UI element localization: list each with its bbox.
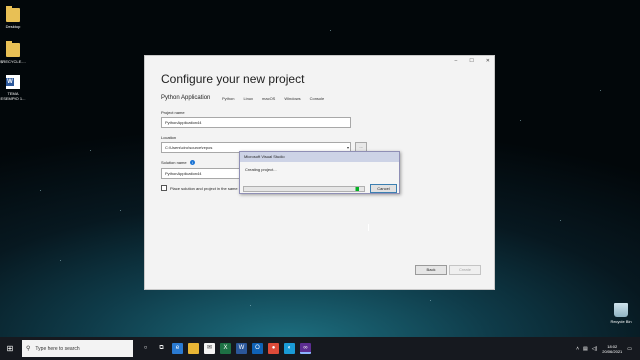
- minimize-button[interactable]: –: [455, 58, 458, 64]
- creating-project-popup: Microsoft Visual Studio Creating project…: [239, 151, 400, 194]
- project-tags: Python Linux macOS Windows Console: [222, 96, 324, 101]
- multitask-icon[interactable]: ⧉: [156, 343, 167, 354]
- mail-icon[interactable]: ✉: [204, 343, 215, 354]
- visual-studio-icon[interactable]: ∞: [300, 343, 311, 354]
- tag-linux: Linux: [243, 96, 254, 101]
- task-view-icon[interactable]: ○: [140, 343, 151, 354]
- info-icon: i: [189, 160, 195, 166]
- project-type-label: Python Application: [161, 95, 211, 101]
- search-icon: ⚲: [26, 346, 31, 352]
- desktop-icon-recycle-folder[interactable]: $RECYCLE....: [0, 41, 26, 64]
- solution-name-input[interactable]: PythonApplication44: [161, 168, 241, 179]
- desktop-icon-label: $RECYCLE....: [0, 59, 26, 64]
- edge-icon[interactable]: e: [172, 343, 183, 354]
- dialog-title: Configure your new project: [161, 72, 305, 86]
- desktop-icon-label: Recycle Bin: [610, 319, 632, 324]
- popup-status: Creating project...: [245, 167, 277, 172]
- word-icon[interactable]: W: [236, 343, 247, 354]
- volume-icon[interactable]: ◁): [592, 346, 598, 352]
- recycle-bin-icon: [614, 303, 628, 317]
- solution-name-label-row: Solution name i: [161, 160, 195, 166]
- close-button[interactable]: ✕: [486, 58, 490, 64]
- desktop-icon-recycle-bin[interactable]: Recycle Bin: [608, 303, 634, 324]
- project-name-input[interactable]: PythonApplication44: [161, 117, 351, 128]
- network-icon[interactable]: ▤: [583, 346, 588, 352]
- edge-chromium-icon[interactable]: ◐: [284, 343, 295, 354]
- tag-python: Python: [222, 96, 235, 101]
- desktop-icon-label: TEMA ESEMPIO 1...: [0, 91, 26, 101]
- taskbar-pinned-apps: ○ ⧉ e ✉ X W O ● ◐ ∞: [140, 343, 311, 354]
- notifications-icon[interactable]: ▭: [627, 346, 632, 352]
- tag-macos: macOS: [262, 96, 276, 101]
- location-label: Location: [161, 135, 177, 140]
- windows-start-icon[interactable]: ⊞: [2, 337, 18, 360]
- same-directory-label: Place solution and project in the same d…: [170, 186, 240, 191]
- tag-windows: Windows: [284, 96, 301, 101]
- desktop-icon-tema-esempio[interactable]: TEMA ESEMPIO 1...: [0, 75, 26, 101]
- project-name-label: Project name: [161, 110, 185, 115]
- progress-bar: [243, 186, 365, 192]
- maximize-button[interactable]: ☐: [469, 58, 473, 64]
- chrome-icon[interactable]: ●: [268, 343, 279, 354]
- folder-icon: [6, 6, 20, 22]
- taskbar: ⊞ ⚲ Type here to search ○ ⧉ e ✉ X W O ● …: [0, 337, 640, 360]
- file-explorer-icon[interactable]: [188, 343, 199, 354]
- clock-date: 20/06/2021: [602, 348, 623, 354]
- back-button[interactable]: Back: [415, 265, 447, 275]
- cancel-button[interactable]: Cancel: [370, 184, 397, 193]
- chevron-down-icon[interactable]: ▾: [347, 145, 349, 150]
- folder-icon: [6, 41, 20, 57]
- desktop-icon-desktop[interactable]: Desktop: [0, 6, 26, 29]
- outlook-icon[interactable]: O: [252, 343, 263, 354]
- desktop-icon-label: Desktop: [5, 24, 21, 29]
- window-controls: – ☐ ✕: [455, 58, 490, 64]
- clock[interactable]: 18:02 20/06/2021: [601, 344, 623, 354]
- mouse-cursor-icon: [368, 224, 372, 231]
- same-directory-checkbox[interactable]: [161, 185, 167, 191]
- excel-icon[interactable]: X: [220, 343, 231, 354]
- chevron-up-icon[interactable]: ˄: [576, 346, 579, 352]
- popup-title: Microsoft Visual Studio: [240, 152, 399, 162]
- word-document-icon: [6, 75, 20, 89]
- tag-console: Console: [309, 96, 325, 101]
- progress-fill: [244, 187, 364, 191]
- system-tray: ˄ ▤ ◁) 18:02 20/06/2021 ▭: [576, 337, 632, 360]
- search-placeholder: Type here to search: [35, 345, 80, 352]
- taskbar-search[interactable]: ⚲ Type here to search: [22, 340, 133, 357]
- solution-name-label: Solution name: [161, 160, 187, 165]
- create-button[interactable]: Create: [449, 265, 481, 275]
